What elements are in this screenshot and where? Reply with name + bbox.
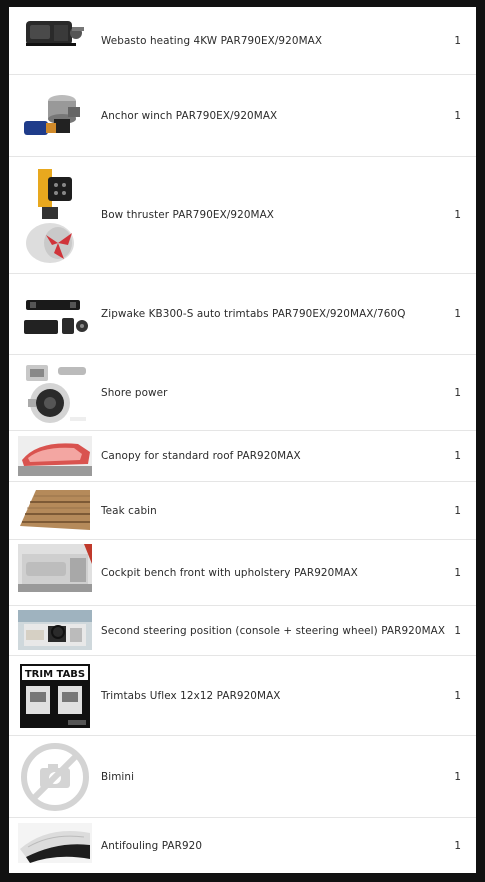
webasto-heater-image — [18, 13, 92, 49]
accessory-list: Webasto heating 4KW PAR790EX/920MAX 1 An… — [9, 7, 476, 873]
item-quantity: 1 — [454, 450, 461, 462]
list-item: Canopy for standard roof PAR920MAX 1 — [9, 431, 476, 482]
list-item: Second steering position (console + stee… — [9, 606, 476, 656]
svg-text:TRIM TABS: TRIM TABS — [25, 669, 85, 680]
item-name: Bimini — [101, 770, 135, 783]
item-name: Cockpit bench front with upholstery PAR9… — [101, 566, 358, 579]
list-item: TRIM TABS Trimtabs Uflex 12x12 PAR920MAX… — [9, 656, 476, 736]
bow-thruster-image — [18, 163, 92, 267]
antifouling-hull-image — [18, 823, 92, 863]
list-item: Shore power 1 — [9, 355, 476, 431]
item-name: Teak cabin — [101, 504, 157, 517]
zipwake-trimtabs-image — [18, 294, 92, 340]
list-item: Webasto heating 4KW PAR790EX/920MAX 1 — [9, 7, 476, 75]
item-quantity: 1 — [454, 770, 461, 783]
list-item: Bimini 1 — [9, 736, 476, 818]
cockpit-bench-image — [18, 544, 92, 592]
item-quantity: 1 — [454, 839, 461, 852]
item-quantity: 1 — [454, 386, 461, 399]
list-item: Bow thruster PAR790EX/920MAX 1 — [9, 157, 476, 274]
list-item: Teak cabin 1 — [9, 482, 476, 540]
steering-position-image — [18, 610, 92, 650]
list-item: Anchor winch PAR790EX/920MAX 1 — [9, 75, 476, 157]
item-name: Canopy for standard roof PAR920MAX — [101, 450, 301, 462]
no-image-placeholder-icon — [18, 742, 92, 812]
item-quantity: 1 — [454, 624, 461, 637]
item-name: Second steering position (console + stee… — [101, 624, 446, 637]
item-quantity: 1 — [454, 689, 461, 702]
item-quantity: 1 — [454, 504, 461, 517]
item-name: Shore power — [101, 386, 168, 399]
item-name: Bow thruster PAR790EX/920MAX — [101, 209, 275, 221]
item-name: Zipwake KB300-S auto trimtabs PAR790EX/9… — [101, 308, 406, 320]
item-quantity: 1 — [454, 566, 461, 579]
item-name: Trimtabs Uflex 12x12 PAR920MAX — [101, 689, 281, 702]
trimtabs-box-image: TRIM TABS — [18, 662, 92, 730]
item-name: Webasto heating 4KW PAR790EX/920MAX — [101, 34, 323, 47]
shore-power-image — [18, 361, 92, 425]
list-item: Antifouling PAR920 1 — [9, 818, 476, 873]
item-quantity: 1 — [454, 209, 461, 221]
item-quantity: 1 — [454, 109, 461, 122]
teak-deck-image — [18, 486, 92, 534]
list-item: Cockpit bench front with upholstery PAR9… — [9, 540, 476, 606]
canopy-image — [18, 436, 92, 476]
item-name: Anchor winch PAR790EX/920MAX — [101, 109, 278, 122]
list-item: Zipwake KB300-S auto trimtabs PAR790EX/9… — [9, 274, 476, 355]
item-name: Antifouling PAR920 — [101, 839, 203, 852]
anchor-winch-image — [18, 87, 92, 145]
item-quantity: 1 — [454, 308, 461, 320]
item-quantity: 1 — [454, 34, 461, 47]
